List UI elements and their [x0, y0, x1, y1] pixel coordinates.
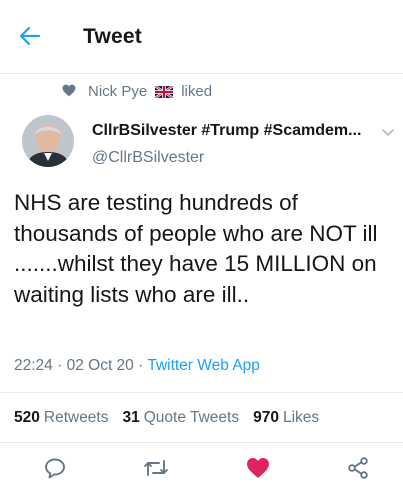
like-icon — [247, 458, 269, 478]
quote-tweets-stat[interactable]: 31 Quote Tweets — [123, 409, 240, 427]
retweets-stat[interactable]: 520 Retweets — [14, 409, 109, 427]
retweet-icon — [144, 460, 168, 476]
divider — [0, 392, 403, 393]
author-display-name[interactable]: CllrBSilvester #Trump #Scamdem... — [92, 122, 361, 140]
chevron-down-icon[interactable] — [380, 124, 396, 140]
tweet-stats: 520 Retweets 31 Quote Tweets 970 Likes — [14, 409, 319, 427]
meta-separator: · — [138, 357, 144, 374]
top-bar: Tweet — [0, 0, 403, 74]
page-title: Tweet — [83, 25, 142, 48]
tweet-date: 02 Oct 20 — [66, 357, 134, 374]
tweet-time: 22:24 — [14, 357, 53, 374]
avatar[interactable] — [22, 115, 74, 167]
divider — [0, 442, 403, 443]
retweet-button[interactable] — [143, 455, 169, 481]
share-button[interactable] — [345, 455, 371, 481]
reply-icon — [45, 458, 65, 479]
share-icon — [348, 457, 368, 479]
tweet-source-link[interactable]: Twitter Web App — [147, 357, 260, 374]
social-context: Nick Pye liked — [62, 81, 212, 101]
likes-stat[interactable]: 970 Likes — [253, 409, 319, 427]
heart-icon — [62, 84, 76, 98]
tweet-text: NHS are testing hundreds of thousands of… — [14, 190, 378, 307]
back-button[interactable] — [16, 22, 44, 50]
uk-flag-icon — [154, 85, 174, 99]
social-context-user[interactable]: Nick Pye — [88, 83, 147, 100]
tweet-actions — [0, 455, 403, 485]
arrow-left-icon — [19, 26, 41, 46]
like-button[interactable] — [245, 455, 271, 481]
reply-button[interactable] — [42, 455, 68, 481]
social-context-action: liked — [181, 82, 213, 100]
tweet-metadata: 22:24 · 02 Oct 20 · Twitter Web App — [14, 357, 260, 375]
author-handle[interactable]: @CllrBSilvester — [92, 149, 204, 167]
meta-separator: · — [57, 357, 63, 374]
